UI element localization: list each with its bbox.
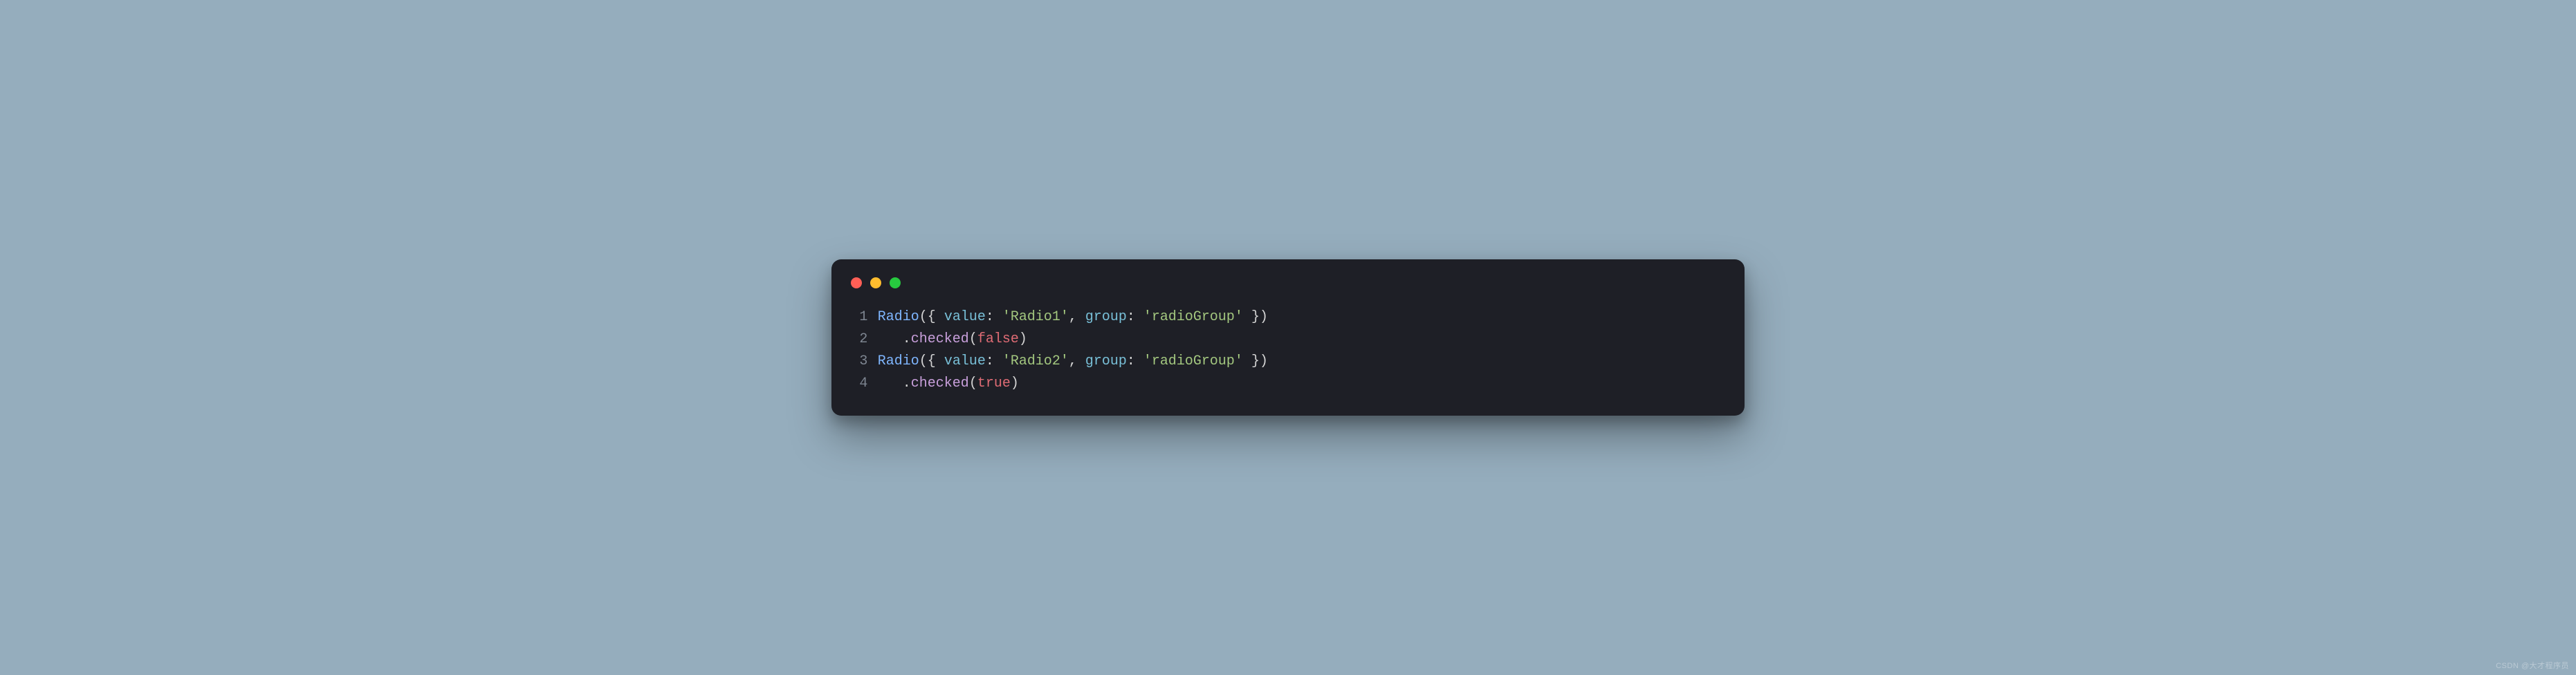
line-content: .checked(false): [878, 329, 1027, 351]
token-punc: (: [969, 376, 977, 391]
token-punc: (: [969, 331, 977, 347]
token-str: 'Radio1': [1002, 309, 1069, 325]
token-kw: false: [977, 331, 1019, 347]
close-icon[interactable]: [851, 277, 862, 288]
token-punc: ({: [919, 309, 944, 325]
window-titlebar: [849, 275, 1727, 306]
line-content: Radio({ value: 'Radio2', group: 'radioGr…: [878, 351, 1268, 373]
watermark-text: CSDN @大才程序员: [2496, 660, 2569, 671]
line-number: 1: [849, 306, 867, 329]
token-punc: :: [986, 353, 1002, 369]
code-window: 1Radio({ value: 'Radio1', group: 'radioG…: [831, 259, 1745, 416]
token-kw: true: [977, 376, 1011, 391]
line-number: 2: [849, 329, 867, 351]
code-line: 4 .checked(true): [849, 373, 1727, 395]
line-number: 4: [849, 373, 867, 395]
token-punc: .: [878, 376, 911, 391]
token-punc: .: [878, 331, 911, 347]
token-fn: Radio: [878, 309, 919, 325]
token-prop: value: [944, 309, 986, 325]
token-prop: group: [1085, 353, 1127, 369]
token-punc: :: [1127, 309, 1143, 325]
token-meth: checked: [911, 376, 969, 391]
code-block: 1Radio({ value: 'Radio1', group: 'radioG…: [849, 306, 1727, 395]
token-prop: group: [1085, 309, 1127, 325]
code-line: 2 .checked(false): [849, 329, 1727, 351]
token-fn: Radio: [878, 353, 919, 369]
line-number: 3: [849, 351, 867, 373]
line-content: Radio({ value: 'Radio1', group: 'radioGr…: [878, 306, 1268, 329]
code-line: 3 Radio({ value: 'Radio2', group: 'radioG…: [849, 351, 1727, 373]
token-punc: }): [1243, 353, 1268, 369]
token-str: 'radioGroup': [1143, 353, 1243, 369]
token-prop: value: [944, 353, 986, 369]
token-punc: }): [1243, 309, 1268, 325]
minimize-icon[interactable]: [870, 277, 881, 288]
token-punc: :: [986, 309, 1002, 325]
token-meth: checked: [911, 331, 969, 347]
line-content: .checked(true): [878, 373, 1019, 395]
token-punc: ): [1011, 376, 1019, 391]
token-punc: ({: [919, 353, 944, 369]
token-punc: ,: [1069, 309, 1085, 325]
code-line: 1 Radio({ value: 'Radio1', group: 'radioG…: [849, 306, 1727, 329]
token-punc: ,: [1069, 353, 1085, 369]
token-punc: :: [1127, 353, 1143, 369]
token-str: 'radioGroup': [1143, 309, 1243, 325]
zoom-icon[interactable]: [890, 277, 901, 288]
token-punc: ): [1019, 331, 1027, 347]
token-str: 'Radio2': [1002, 353, 1069, 369]
